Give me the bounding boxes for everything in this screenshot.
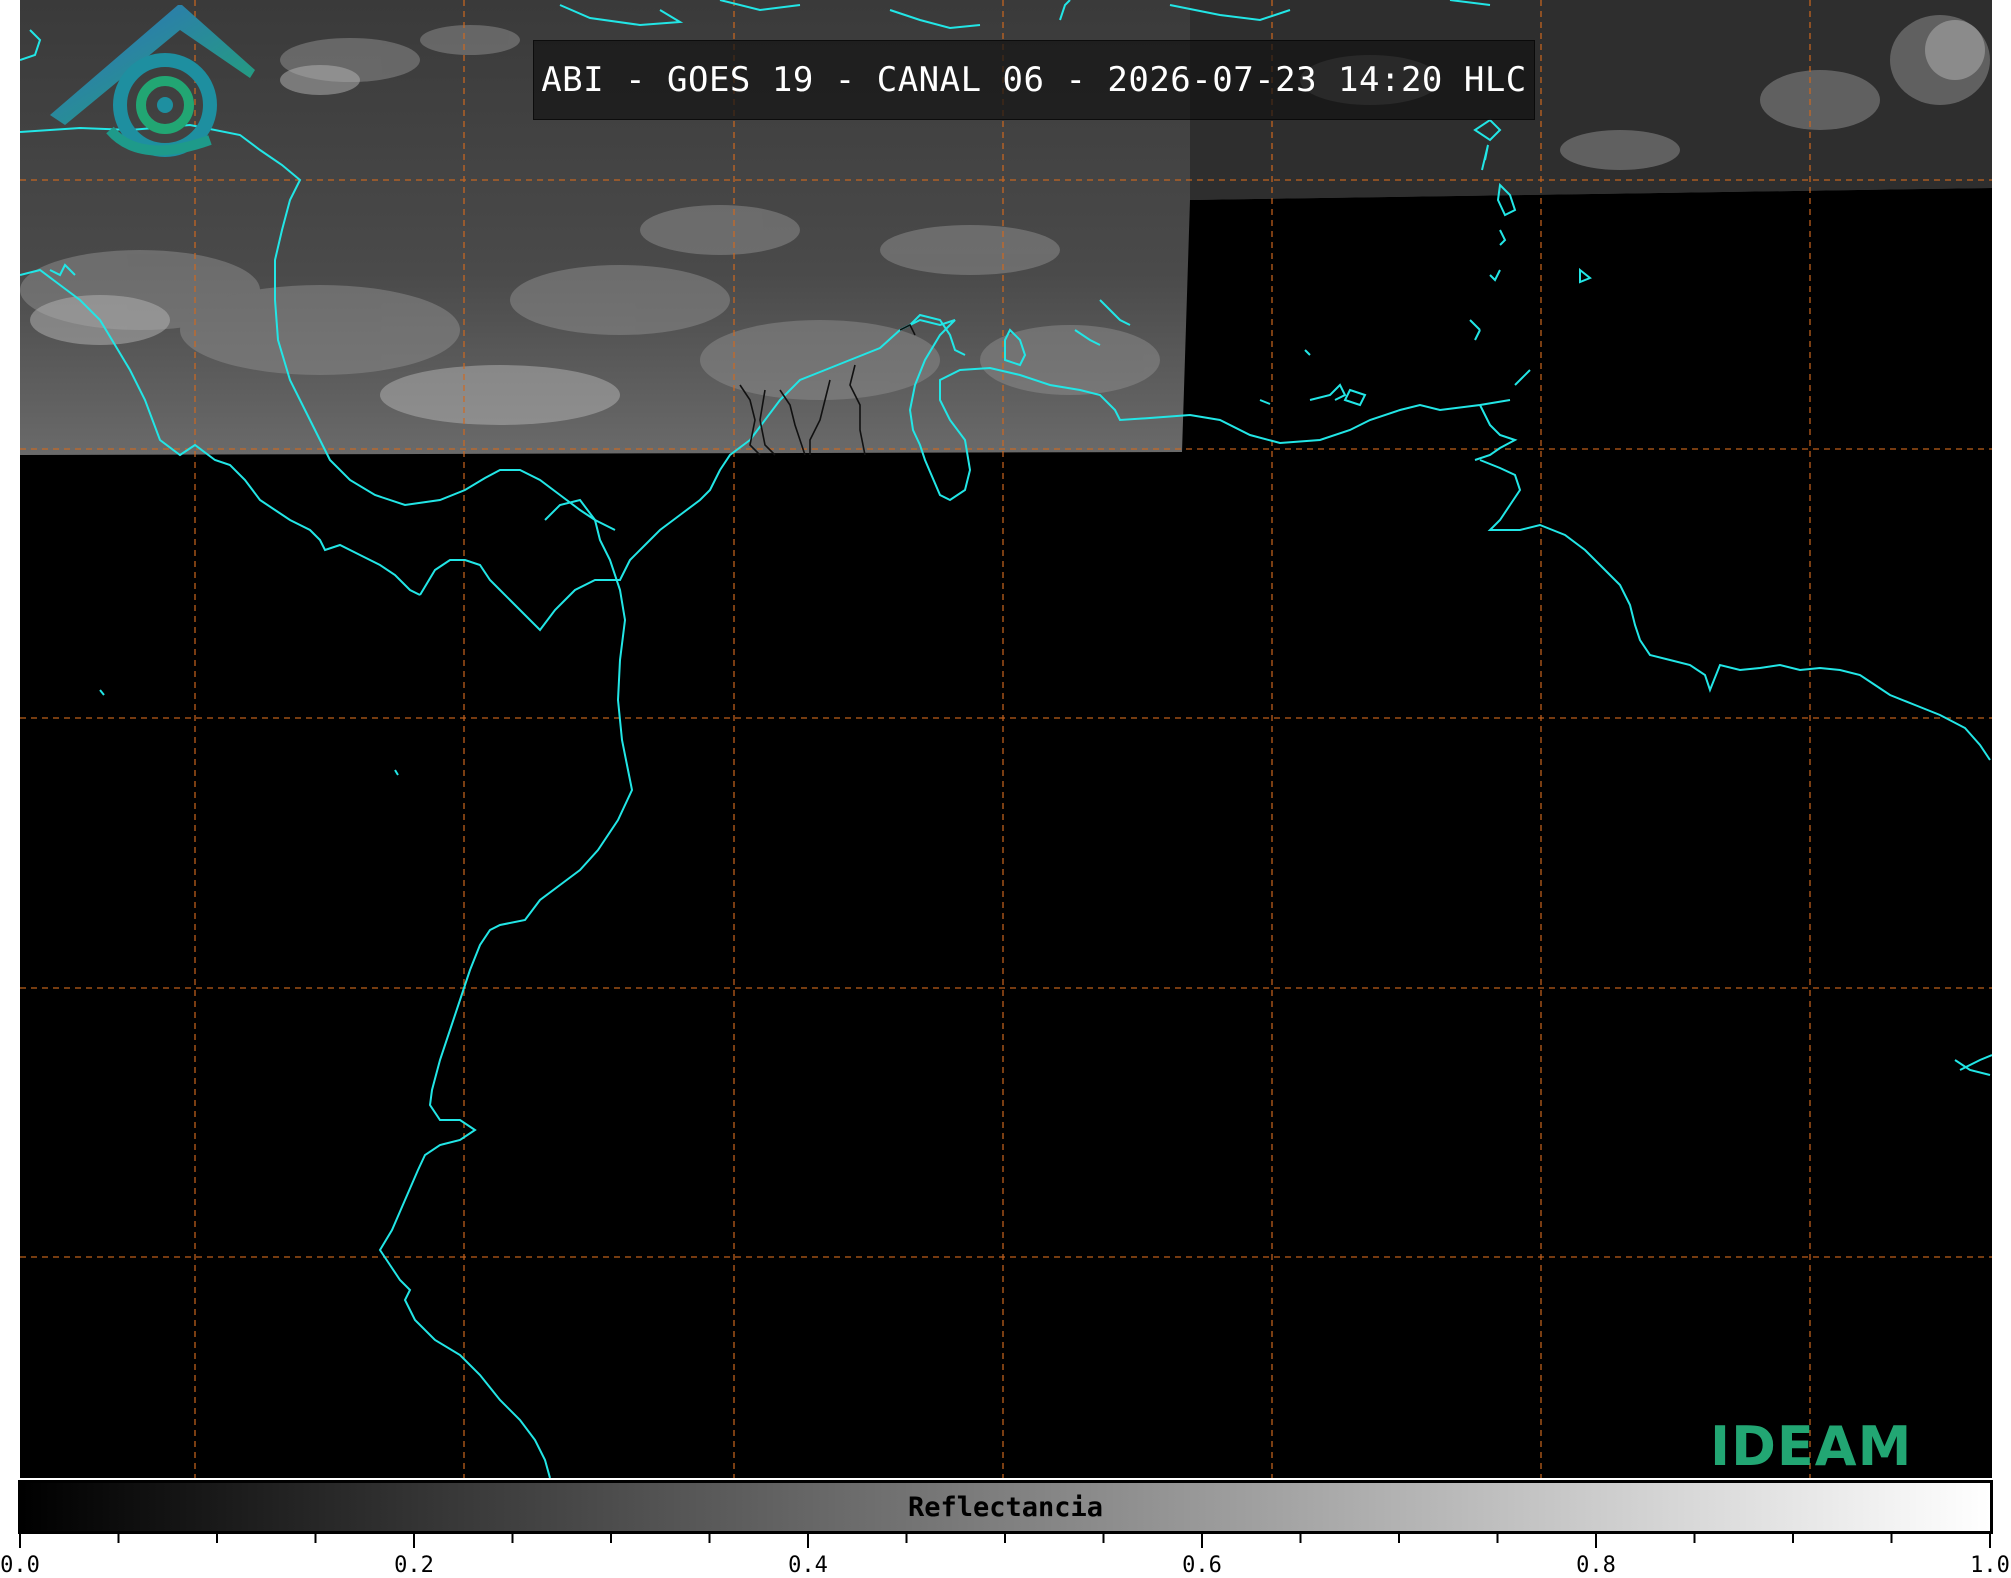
- colorbar-tick-label: 1.0: [1970, 1553, 2010, 1578]
- colorbar-ticks: [19, 1534, 1991, 1548]
- ideam-logo-icon: [50, 5, 255, 157]
- image-title: ABI - GOES 19 - CANAL 06 - 2026-07-23 14…: [533, 40, 1535, 120]
- colorbar-tick-label: 0.2: [394, 1553, 434, 1578]
- colorbar-tick-label: 0.0: [0, 1553, 40, 1578]
- map-canvas: [20, 0, 1992, 1478]
- ideam-logo-text: IDEAM: [1710, 1415, 1913, 1478]
- satellite-map: ABI - GOES 19 - CANAL 06 - 2026-07-23 14…: [20, 0, 1992, 1478]
- colorbar-tick-label: 0.6: [1182, 1553, 1222, 1578]
- colorbar-label: Reflectancia: [907, 1491, 1104, 1523]
- colorbar-tick-label: 0.8: [1576, 1553, 1616, 1578]
- colorbar: Reflectancia: [18, 1480, 1993, 1534]
- colorbar-tick-label: 0.4: [788, 1553, 828, 1578]
